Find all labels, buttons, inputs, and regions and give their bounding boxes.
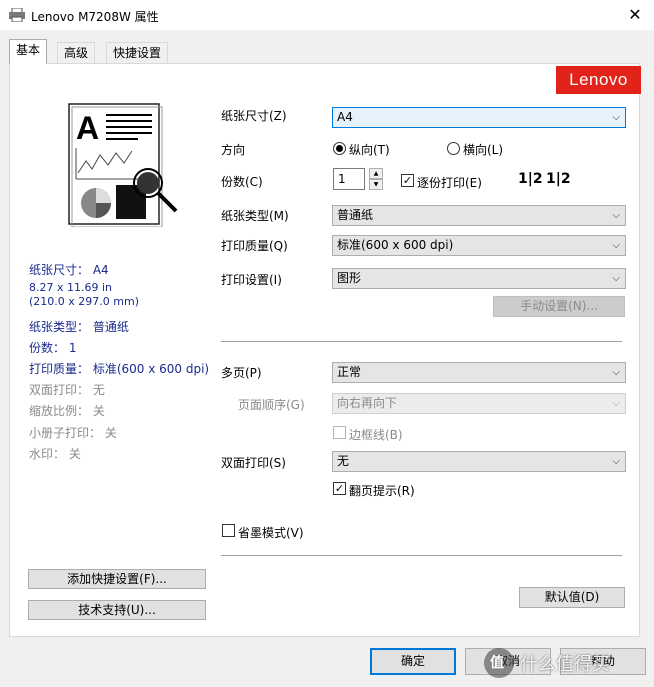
summary-media-type: 纸张类型： 普通纸 xyxy=(29,320,129,334)
page-order-value: 向右再向下 xyxy=(337,396,398,410)
print-settings-label: 打印设置(I) xyxy=(221,273,282,287)
defaults-button[interactable]: 默认值(D) xyxy=(519,587,625,608)
summary-paper-dimensions-in: 8.27 x 11.69 in xyxy=(29,281,113,294)
collate-checkbox[interactable]: ✓ xyxy=(401,174,414,187)
copies-input[interactable]: 1 xyxy=(333,168,365,190)
copies-label: 份数(C) xyxy=(221,175,263,189)
divider xyxy=(221,555,622,556)
media-type-label: 纸张类型(M) xyxy=(221,209,289,223)
summary-scaling: 缩放比例： 关 xyxy=(29,404,105,418)
multipage-label: 多页(P) xyxy=(221,366,262,380)
watermark-glyph: 值 xyxy=(490,655,504,671)
quality-select[interactable]: 标准(600 x 600 dpi) ⌵ xyxy=(332,235,626,256)
duplex-label: 双面打印(S) xyxy=(221,456,286,470)
collate-icon-1: 1|2 xyxy=(518,171,543,187)
portrait-radio[interactable] xyxy=(333,142,346,155)
portrait-label: 纵向(T) xyxy=(349,143,390,157)
orientation-label: 方向 xyxy=(221,143,246,157)
copies-down-button[interactable]: ▼ xyxy=(369,179,383,190)
collate-icon-2: 1|2 xyxy=(546,171,571,187)
flip-hint-label: 翻页提示(R) xyxy=(349,484,415,498)
paper-size-select[interactable]: A4 ⌵ xyxy=(332,107,626,128)
close-button[interactable]: ✕ xyxy=(622,4,648,26)
copies-up-button[interactable]: ▲ xyxy=(369,168,383,179)
multipage-select[interactable]: 正常 ⌵ xyxy=(332,362,626,383)
duplex-value: 无 xyxy=(337,454,350,468)
chevron-down-icon: ⌵ xyxy=(612,112,620,123)
toner-save-checkbox[interactable] xyxy=(222,524,235,537)
summary-booklet: 小册子打印： 关 xyxy=(29,426,117,440)
chevron-down-icon: ⌵ xyxy=(612,210,620,221)
quality-label: 打印质量(Q) xyxy=(221,239,288,253)
border-label: 边框线(B) xyxy=(349,428,403,442)
tech-support-button[interactable]: 技术支持(U)... xyxy=(28,600,206,620)
lenovo-logo: Lenovo xyxy=(556,66,641,94)
summary-paper-dimensions-mm: (210.0 x 297.0 mm) xyxy=(29,295,139,308)
summary-duplex: 双面打印： 无 xyxy=(29,383,105,397)
summary-copies: 份数： 1 xyxy=(29,341,77,355)
toner-save-label: 省墨模式(V) xyxy=(238,526,304,540)
tab-quick-settings[interactable]: 快捷设置 xyxy=(106,42,169,63)
divider xyxy=(221,341,622,342)
tab-basic[interactable]: 基本 xyxy=(9,39,48,64)
summary-watermark: 水印： 关 xyxy=(29,447,81,461)
summary-paper-size: 纸张尺寸： A4 xyxy=(29,263,109,277)
tab-advanced[interactable]: 高级 xyxy=(57,42,96,63)
landscape-label: 横向(L) xyxy=(463,143,504,157)
print-settings-select[interactable]: 图形 ⌵ xyxy=(332,268,626,289)
media-type-value: 普通纸 xyxy=(337,208,374,222)
chevron-down-icon: ⌵ xyxy=(612,367,620,378)
border-checkbox[interactable] xyxy=(333,426,346,439)
chevron-down-icon: ⌵ xyxy=(612,398,620,409)
media-type-select[interactable]: 普通纸 ⌵ xyxy=(332,205,626,226)
duplex-select[interactable]: 无 ⌵ xyxy=(332,451,626,472)
collate-label: 逐份打印(E) xyxy=(417,176,482,190)
multipage-value: 正常 xyxy=(337,365,362,379)
flip-hint-checkbox[interactable]: ✓ xyxy=(333,482,346,495)
manual-settings-button[interactable]: 手动设置(N)... xyxy=(493,296,625,317)
paper-size-label: 纸张尺寸(Z) xyxy=(221,109,287,123)
summary-quality: 打印质量： 标准(600 x 600 dpi) xyxy=(29,362,210,376)
page-order-label: 页面顺序(G) xyxy=(238,398,305,412)
window-title: Lenovo M7208W 属性 xyxy=(31,10,159,24)
print-settings-value: 图形 xyxy=(337,271,362,285)
add-quick-setting-button[interactable]: 添加快捷设置(F)... xyxy=(28,569,206,589)
watermark-text: 什么值得买 xyxy=(520,654,610,675)
chevron-down-icon: ⌵ xyxy=(612,273,620,284)
landscape-radio[interactable] xyxy=(447,142,460,155)
printer-icon xyxy=(9,8,25,22)
ok-button[interactable]: 确定 xyxy=(370,648,456,675)
quality-value: 标准(600 x 600 dpi) xyxy=(337,238,454,252)
svg-text:A: A xyxy=(76,110,99,146)
chevron-down-icon: ⌵ xyxy=(612,456,620,467)
chevron-down-icon: ⌵ xyxy=(612,240,620,251)
page-order-select[interactable]: 向右再向下 ⌵ xyxy=(332,393,626,414)
print-preview-image: A xyxy=(68,103,178,227)
paper-size-value: A4 xyxy=(337,110,353,124)
